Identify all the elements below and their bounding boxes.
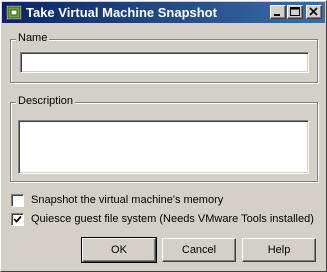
- close-button[interactable]: [306, 5, 322, 19]
- quiesce-label[interactable]: Quiesce guest file system (Needs VMware …: [31, 213, 314, 225]
- vmware-snapshot-icon: [6, 5, 22, 20]
- snapshot-memory-label[interactable]: Snapshot the virtual machine's memory: [31, 194, 223, 206]
- minimize-icon: [274, 14, 280, 16]
- snapshot-name-input[interactable]: [20, 52, 309, 73]
- description-group-label: Description: [16, 95, 76, 107]
- name-group-label: Name: [16, 32, 50, 44]
- maximize-button[interactable]: [287, 5, 303, 19]
- title-bar[interactable]: Take Virtual Machine Snapshot: [2, 2, 325, 23]
- quiesce-checkbox[interactable]: [11, 213, 24, 226]
- checkmark-icon: [13, 215, 22, 223]
- close-icon: [309, 7, 318, 16]
- snapshot-description-textarea[interactable]: [18, 120, 309, 174]
- maximize-icon: [290, 7, 300, 16]
- description-group: Description: [10, 95, 318, 182]
- name-group: Name: [10, 32, 318, 83]
- help-button[interactable]: Help: [242, 238, 316, 262]
- window-title: Take Virtual Machine Snapshot: [26, 5, 217, 20]
- minimize-button[interactable]: [270, 5, 286, 19]
- cancel-button[interactable]: Cancel: [162, 238, 236, 262]
- ok-button[interactable]: OK: [81, 237, 157, 263]
- snapshot-memory-checkbox[interactable]: [11, 194, 24, 207]
- snapshot-dialog: Take Virtual Machine Snapshot Name Descr…: [0, 0, 327, 272]
